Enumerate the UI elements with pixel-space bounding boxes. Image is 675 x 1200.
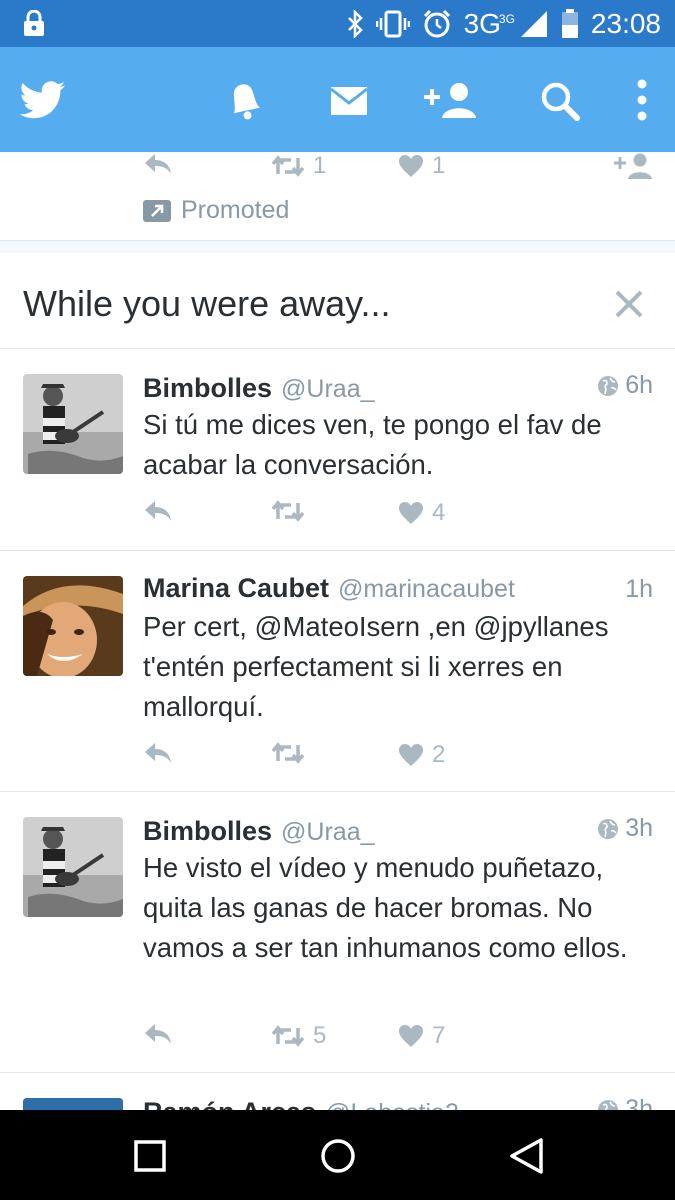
- retweet-icon: [271, 742, 305, 764]
- reply-button[interactable]: [143, 499, 173, 523]
- promoted-arrow-icon: [143, 199, 171, 222]
- author-name[interactable]: Bimbolles: [143, 373, 272, 404]
- close-icon[interactable]: [614, 289, 644, 319]
- clock: 23:08: [590, 7, 661, 39]
- globe-icon: [598, 818, 619, 839]
- author-handle[interactable]: @marinacaubet: [338, 575, 515, 604]
- notifications-bell-icon[interactable]: [225, 79, 261, 121]
- tweet-meta: 3h: [597, 1095, 653, 1110]
- like-button[interactable]: 7: [398, 1022, 445, 1050]
- retweet-icon: [271, 500, 305, 522]
- nav-recents-icon[interactable]: [134, 1140, 166, 1172]
- add-user-icon: [614, 153, 652, 179]
- globe-icon: [598, 1099, 619, 1110]
- tweet-time: 6h: [625, 371, 653, 399]
- tweet-actions: 2: [143, 741, 653, 771]
- messages-envelope-icon[interactable]: [329, 85, 369, 117]
- tweet-actions: 5 7: [143, 1022, 653, 1052]
- avatar[interactable]: [23, 576, 123, 676]
- author-name[interactable]: Ramón Arcas: [143, 1097, 316, 1111]
- reply-icon: [145, 501, 171, 521]
- retweet-count: 5: [313, 1022, 327, 1049]
- nav-back-icon[interactable]: [508, 1137, 544, 1175]
- status-bar: 3G 3G 23:08: [0, 0, 675, 47]
- tweet-text: He visto el vídeo y menudo puñetazo, qui…: [143, 852, 628, 963]
- retweet-button[interactable]: [271, 499, 313, 523]
- lock-icon: [24, 10, 44, 36]
- like-button[interactable]: 1: [398, 152, 445, 180]
- tweet-meta: 6h: [597, 371, 653, 400]
- reply-button[interactable]: [143, 741, 173, 765]
- reply-button[interactable]: [143, 152, 173, 176]
- like-heart-icon: [399, 744, 423, 766]
- vibrate-icon: [375, 10, 410, 37]
- add-user-icon[interactable]: [422, 81, 478, 119]
- reply-icon: [145, 743, 171, 763]
- retweet-button[interactable]: 1: [271, 152, 326, 180]
- timeline-feed[interactable]: 1 1 Promoted While you were away... Bimb…: [0, 152, 675, 1110]
- like-button[interactable]: 4: [398, 499, 445, 527]
- tweet-time: 3h: [625, 1095, 653, 1110]
- author-handle[interactable]: @Uraa_: [281, 375, 374, 404]
- tweet[interactable]: Bimbolles @Uraa_ 6h Si tú me dices ven, …: [0, 349, 675, 551]
- tweet-header: Bimbolles @Uraa_ 6h: [143, 371, 653, 405]
- like-count: 7: [432, 1022, 446, 1049]
- bluetooth-icon: [347, 9, 363, 38]
- system-navigation-bar: [0, 1110, 675, 1200]
- like-heart-icon: [399, 1025, 423, 1047]
- like-count: 1: [432, 152, 446, 179]
- search-icon[interactable]: [540, 81, 580, 121]
- author-name[interactable]: Marina Caubet: [143, 573, 329, 604]
- follow-button[interactable]: [613, 152, 653, 180]
- like-heart-icon: [399, 155, 423, 177]
- tweet[interactable]: Marina Caubet @marinacaubet 1h Per cert,…: [0, 551, 675, 792]
- reply-button[interactable]: [143, 1022, 173, 1046]
- avatar[interactable]: [23, 1098, 123, 1110]
- reply-icon: [145, 1024, 171, 1044]
- author-handle[interactable]: @Labestia2: [325, 1099, 459, 1111]
- tweet-text: Per cert, @MateoIsern ,en @jpyllanes t'e…: [143, 611, 609, 722]
- tweet-text: Si tú me dices ven, te pongo el fav de a…: [143, 409, 602, 480]
- tweet-meta: 3h: [597, 814, 653, 843]
- promoted-label: Promoted: [143, 196, 289, 225]
- tweet-meta: 1h: [625, 575, 653, 604]
- network-type: 3G 3G: [463, 7, 515, 39]
- signal-icon: [520, 10, 547, 37]
- battery-icon: [561, 8, 578, 38]
- tweet[interactable]: Bimbolles @Uraa_ 3h He visto el vídeo y …: [0, 792, 675, 1073]
- overflow-menu-icon[interactable]: [636, 79, 648, 121]
- while-you-were-away-header: While you were away...: [0, 253, 675, 349]
- retweet-icon: [271, 155, 305, 177]
- tweet-header: Bimbolles @Uraa_ 3h: [143, 814, 653, 848]
- like-count: 2: [432, 741, 446, 768]
- retweet-icon: [271, 1025, 305, 1047]
- promoted-tweet[interactable]: 1 1 Promoted: [0, 152, 675, 240]
- section-title: While you were away...: [23, 283, 391, 324]
- section-divider: [0, 240, 675, 254]
- globe-icon: [598, 375, 619, 396]
- tweet[interactable]: Ramón Arcas @Labestia2 3h: [0, 1073, 675, 1110]
- tweet-time: 1h: [625, 575, 653, 603]
- alarm-icon: [423, 9, 450, 37]
- tweet-actions: 1 1: [143, 152, 653, 180]
- like-heart-icon: [399, 502, 423, 524]
- like-button[interactable]: 2: [398, 741, 445, 769]
- like-count: 4: [432, 499, 446, 526]
- retweet-button[interactable]: 5: [271, 1022, 326, 1050]
- reply-icon: [145, 154, 171, 174]
- tweet-time: 3h: [625, 814, 653, 842]
- author-handle[interactable]: @Uraa_: [281, 818, 374, 847]
- tweet-actions: 4: [143, 499, 653, 529]
- avatar[interactable]: [23, 374, 123, 474]
- app-bar: [0, 47, 675, 152]
- tweet-header: Marina Caubet @marinacaubet 1h: [143, 573, 653, 607]
- retweet-button[interactable]: [271, 741, 313, 765]
- nav-home-icon[interactable]: [320, 1138, 356, 1174]
- avatar[interactable]: [23, 817, 123, 917]
- twitter-bird-icon[interactable]: [20, 81, 66, 119]
- retweet-count: 1: [313, 152, 327, 179]
- author-name[interactable]: Bimbolles: [143, 816, 272, 847]
- tweet-header: Ramón Arcas @Labestia2 3h: [143, 1095, 653, 1110]
